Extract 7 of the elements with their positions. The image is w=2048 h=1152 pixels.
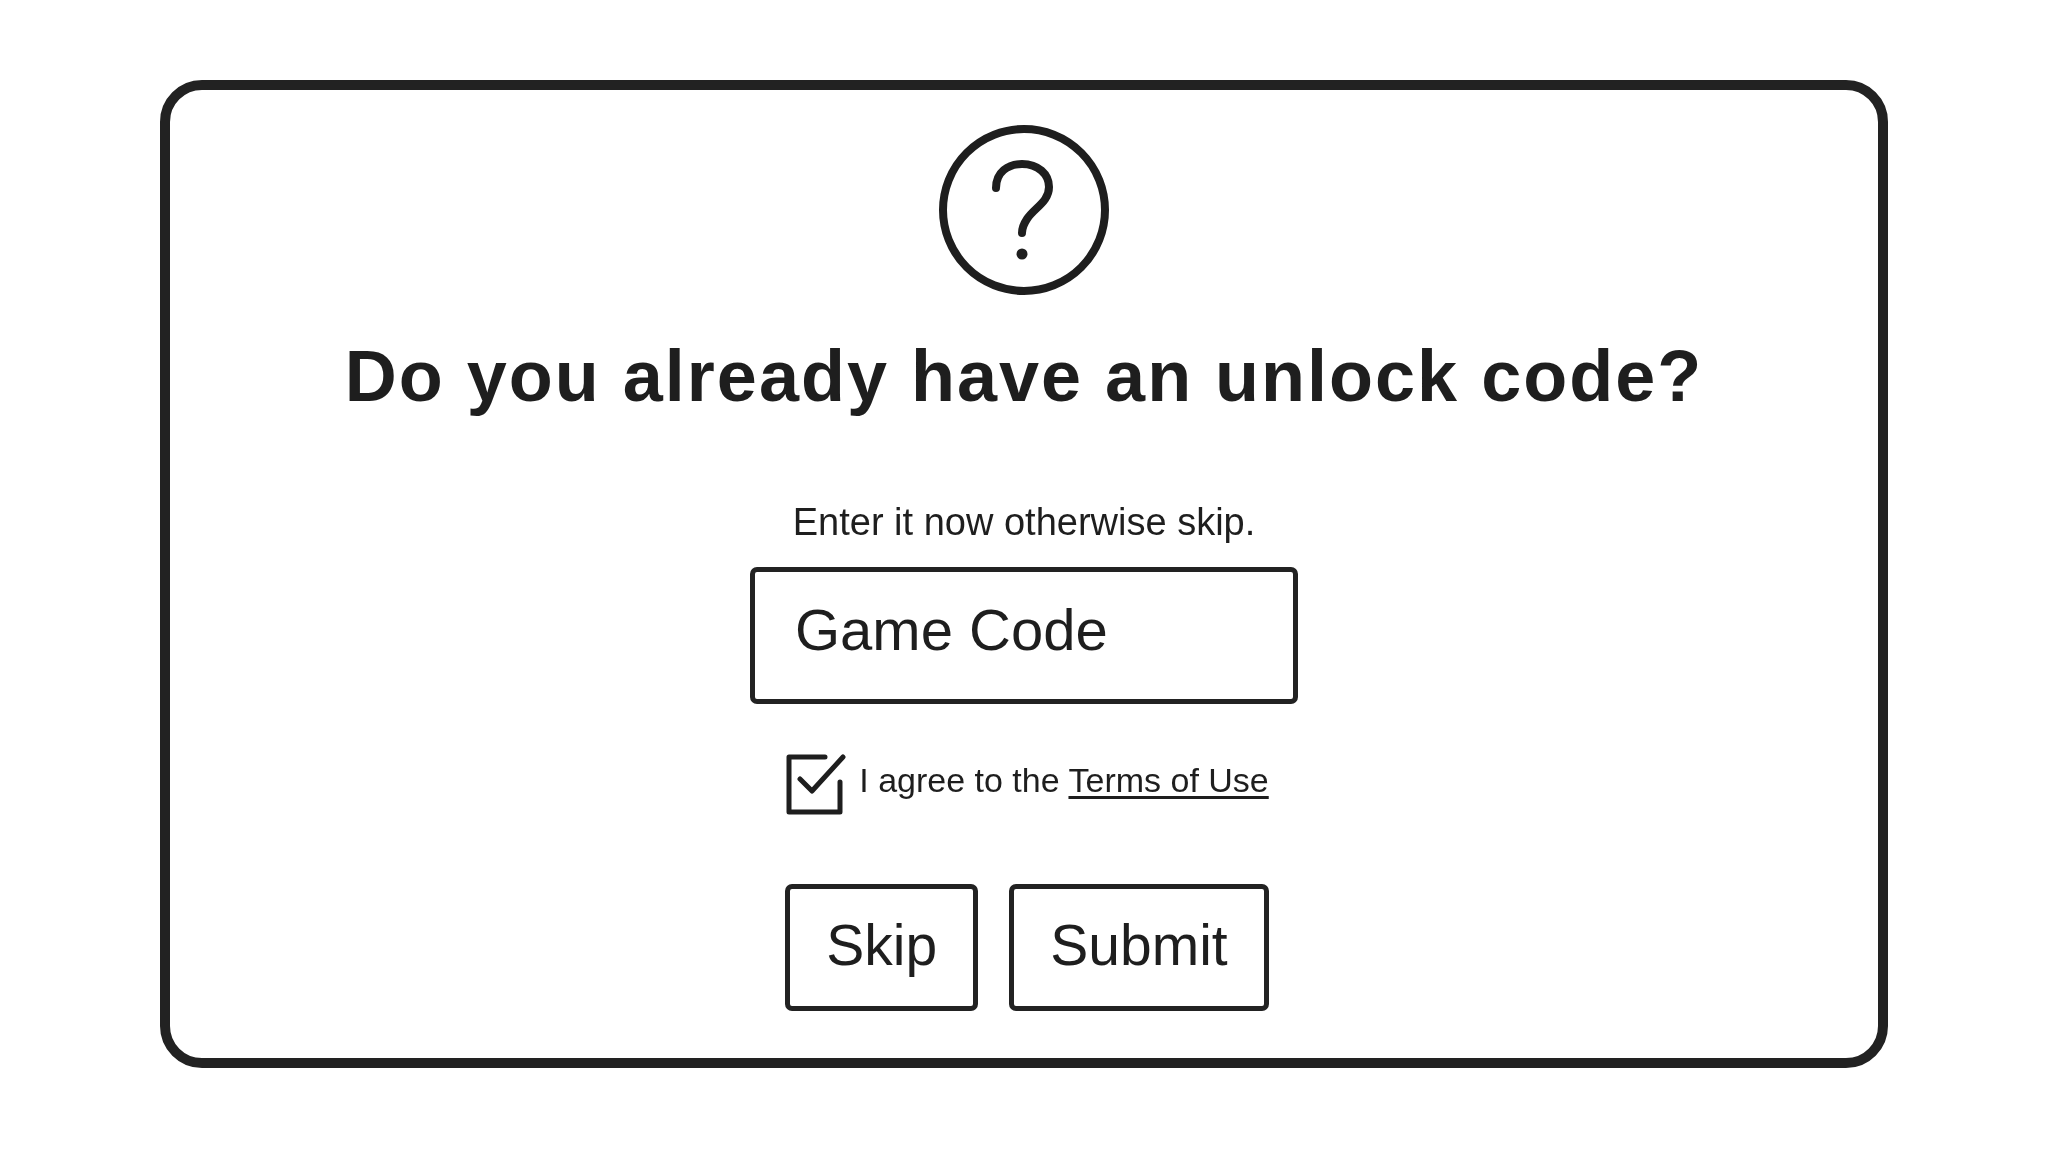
code-input[interactable]: Game Code [750, 567, 1298, 704]
skip-button[interactable]: Skip [785, 884, 979, 1011]
instruction-text: Enter it now otherwise skip. [792, 503, 1256, 541]
question-mark-icon [938, 124, 1110, 296]
terms-link[interactable]: Terms of Use [1068, 761, 1269, 799]
agreement-text: I agree to the Terms of Use [859, 760, 1269, 801]
submit-button[interactable]: Submit [1009, 884, 1269, 1011]
